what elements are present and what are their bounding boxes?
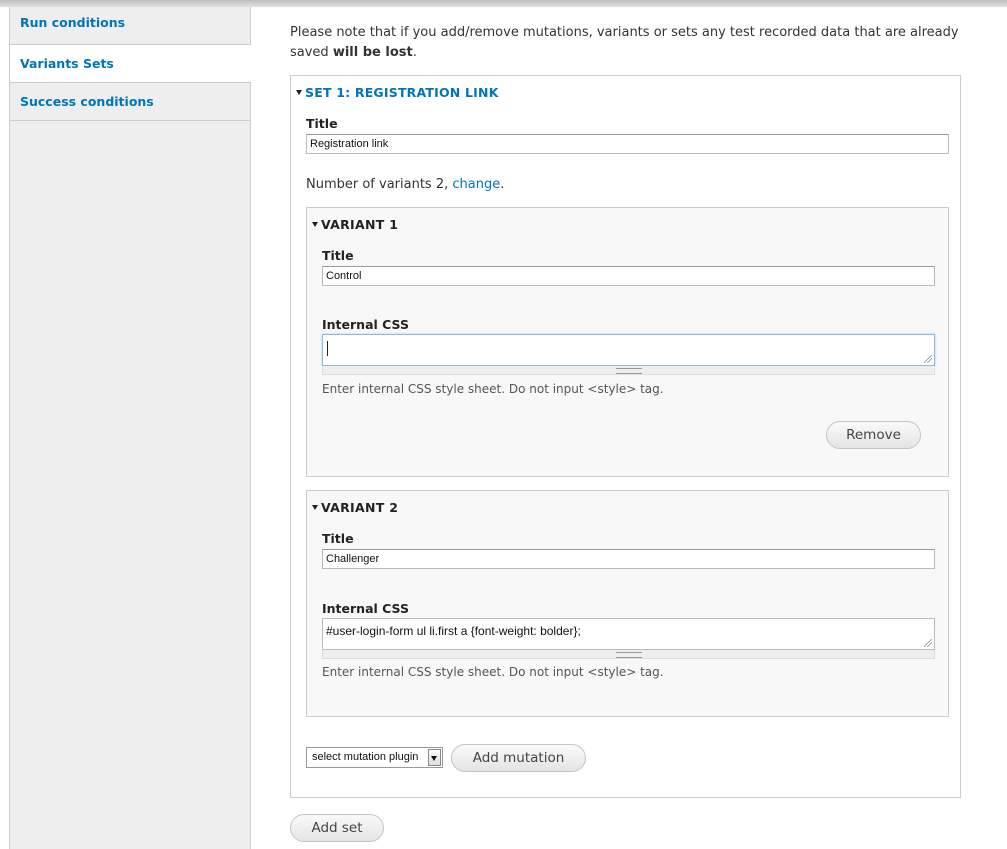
top-shadow (0, 0, 1007, 7)
variant-2-css-value: #user-login-form ul li.first a {font-wei… (326, 624, 581, 638)
collapse-triangle-icon (312, 222, 318, 227)
data-loss-notice: Please note that if you add/remove mutat… (290, 23, 960, 63)
collapse-triangle-icon (312, 505, 318, 510)
variant-1-css-description: Enter internal CSS style sheet. Do not i… (322, 382, 664, 396)
variant-1-legend-label: VARIANT 1 (321, 217, 399, 232)
mutation-plugin-select[interactable]: select mutation plugin (306, 747, 443, 768)
variant-2-legend-toggle[interactable]: VARIANT 2 (312, 500, 398, 515)
variant-2-textarea-grippie[interactable] (322, 650, 935, 659)
dropdown-arrow-icon (428, 749, 441, 766)
variant-2-title-label: Title (322, 531, 354, 546)
resize-corner-icon[interactable] (924, 639, 932, 647)
variants-count-text: Number of variants 2, change. (306, 177, 504, 192)
variant-1-legend-toggle[interactable]: VARIANT 1 (312, 217, 398, 232)
add-set-button[interactable]: Add set (290, 814, 384, 842)
variant-1-css-label: Internal CSS (322, 317, 409, 332)
notice-bold: will be lost (332, 45, 413, 60)
grip-lines-icon (615, 368, 642, 374)
set-legend-toggle[interactable]: SET 1: REGISTRATION LINK (296, 85, 499, 100)
remove-variant-button[interactable]: Remove (826, 421, 921, 449)
add-mutation-button[interactable]: Add mutation (451, 744, 586, 772)
notice-end: . (412, 45, 417, 60)
variant-2-css-label: Internal CSS (322, 601, 409, 616)
text-cursor (327, 341, 328, 356)
variant-1-title-label: Title (322, 248, 354, 263)
collapse-triangle-icon (296, 90, 302, 95)
resize-corner-icon[interactable] (924, 355, 932, 363)
variants-count-end: . (500, 177, 505, 192)
tab-variants-sets[interactable]: Variants Sets (10, 45, 251, 83)
variant-2-legend-label: VARIANT 2 (321, 500, 399, 515)
vertical-tabs: Run conditions Variants Sets Success con… (9, 7, 251, 849)
set-title-label: Title (306, 116, 338, 131)
change-link[interactable]: change (452, 177, 500, 192)
tab-success-conditions[interactable]: Success conditions (10, 83, 250, 121)
mutation-select-value: select mutation plugin (312, 751, 419, 763)
tab-label: Run conditions (20, 15, 126, 30)
variant-2-css-textarea[interactable]: #user-login-form ul li.first a {font-wei… (322, 618, 935, 650)
variant-2-title-input[interactable]: Challenger (322, 549, 935, 569)
grip-lines-icon (615, 652, 642, 658)
variant-1-css-textarea[interactable] (322, 334, 935, 366)
set-title-input[interactable]: Registration link (306, 134, 949, 154)
variants-count-label: Number of variants 2, (306, 177, 453, 192)
tab-label: Variants Sets (20, 56, 114, 71)
variant-1-title-input[interactable]: Control (322, 266, 935, 286)
set-legend-label: SET 1: REGISTRATION LINK (305, 85, 499, 100)
tab-run-conditions[interactable]: Run conditions (10, 7, 250, 45)
variant-1-textarea-grippie[interactable] (322, 366, 935, 375)
variant-2-css-description: Enter internal CSS style sheet. Do not i… (322, 665, 664, 679)
tab-label: Success conditions (20, 94, 154, 109)
